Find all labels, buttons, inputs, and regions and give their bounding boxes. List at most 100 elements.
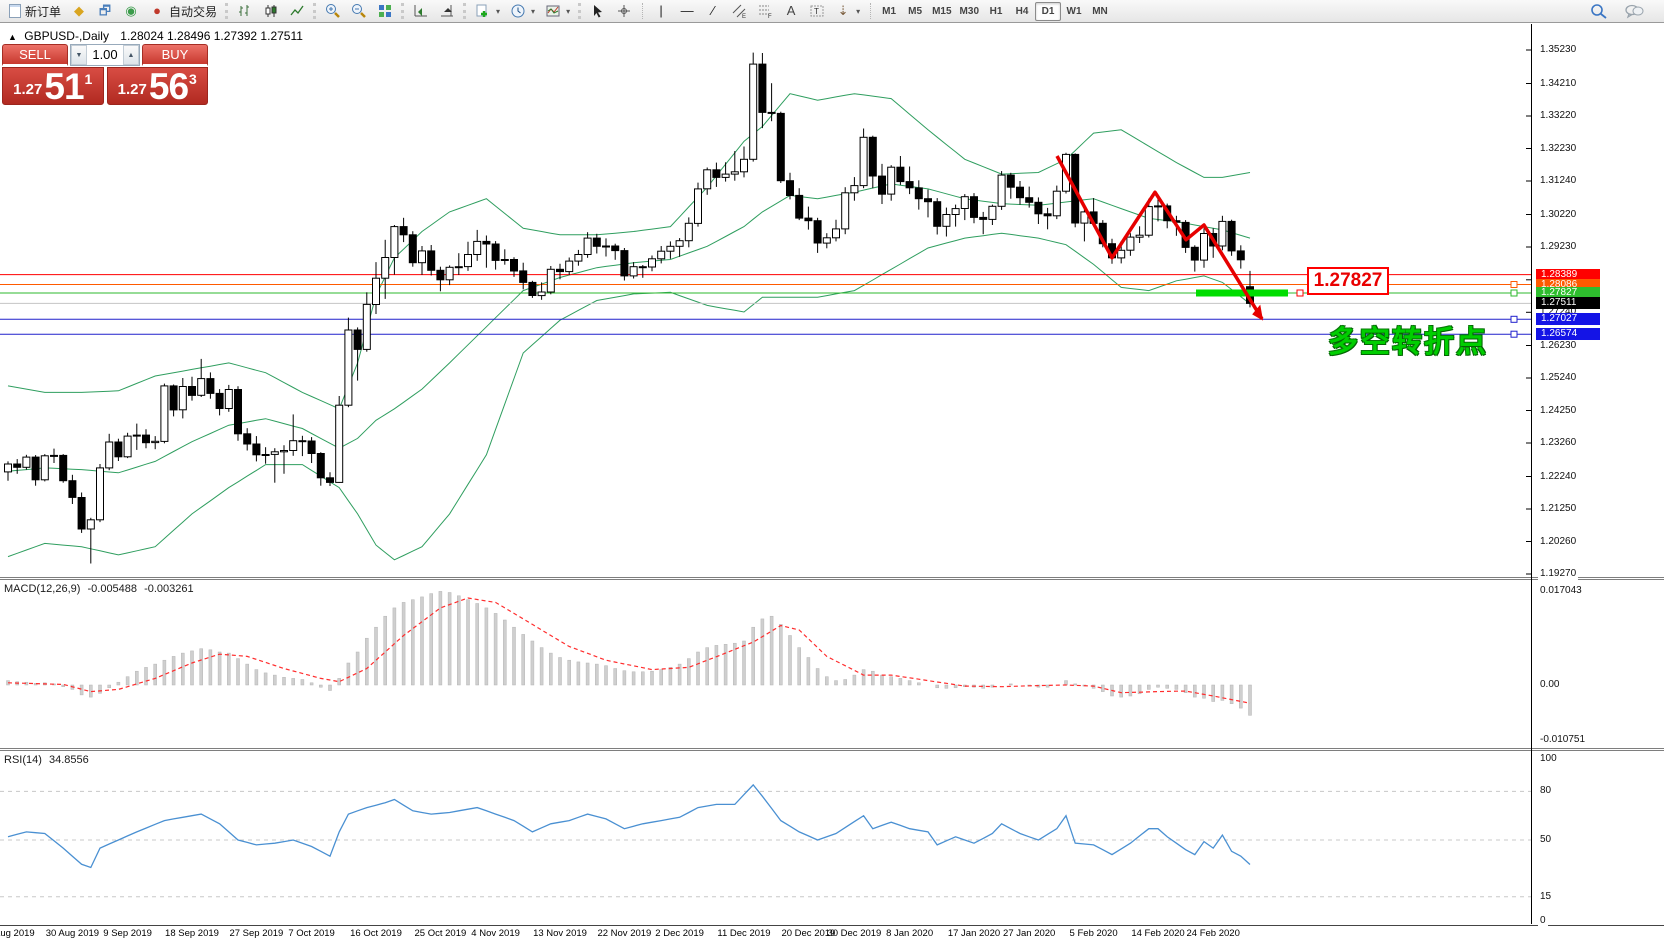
price-axis[interactable]: 1.352301.342101.332201.322301.312401.302… [1532, 24, 1664, 924]
macd-histogram-bar [881, 675, 884, 685]
chart-shift-button[interactable] [434, 2, 460, 21]
turning-point-annotation[interactable]: 多空转折点 [1328, 317, 1488, 361]
tile-windows-button[interactable] [372, 2, 398, 21]
macd-histogram-bar [301, 680, 304, 686]
volume-increase-button[interactable]: ▲ [123, 45, 139, 65]
navigator-button[interactable]: ◉ [118, 2, 144, 21]
macd-histogram-bar [457, 596, 460, 685]
templates-caret-icon: ▾ [566, 7, 570, 16]
zoom-out-button[interactable] [346, 2, 372, 21]
volume-decrease-button[interactable]: ▼ [71, 45, 87, 65]
text-label-tool-button[interactable]: T [804, 2, 830, 21]
main-toolbar: 新订单 ◆ 🗗 ◉ ● 自动交易 ▾ ▾ [0, 0, 1664, 23]
macd-histogram-bar [1193, 685, 1196, 697]
line-chart-mode-button[interactable] [284, 2, 310, 21]
macd-histogram-bar [743, 641, 746, 685]
chat-icon[interactable] [1624, 3, 1644, 19]
trend-arrowhead [1250, 305, 1268, 324]
vline-tool-button[interactable]: | [648, 2, 674, 21]
arrows-tool-button[interactable]: ⇣ ▾ [830, 2, 865, 21]
timeframe-h4-button[interactable]: H4 [1009, 2, 1035, 21]
macd-histogram-bar [890, 677, 893, 685]
crosshair-tool-button[interactable] [611, 2, 637, 21]
bar-chart-mode-button[interactable] [232, 2, 258, 21]
collapse-triangle-icon[interactable]: ▲ [8, 32, 17, 42]
timeframe-m5-button[interactable]: M5 [902, 2, 928, 21]
toolbar-grip [578, 3, 582, 19]
macd-histogram-bar [283, 677, 286, 685]
candle-chart-mode-button[interactable] [258, 2, 284, 21]
timeframe-h1-button[interactable]: H1 [983, 2, 1009, 21]
trendline-tool-button[interactable]: ∕ [700, 2, 726, 21]
price-callout-box[interactable]: 1.27827 [1307, 267, 1389, 295]
sell-button[interactable]: SELL [2, 44, 68, 66]
macd-histogram-bar [761, 619, 764, 685]
new-order-label: 新订单 [25, 3, 61, 20]
macd-histogram-bar [218, 652, 221, 685]
macd-panel-canvas[interactable] [0, 580, 1533, 748]
timeframe-m1-button[interactable]: M1 [876, 2, 902, 21]
timeframe-mn-button[interactable]: MN [1087, 2, 1113, 21]
macd-histogram-bar [807, 658, 810, 686]
bollinger-lower-band [8, 233, 1250, 560]
text-tool-button[interactable]: A [778, 2, 804, 21]
data-window-button[interactable]: 🗗 [92, 2, 118, 21]
macd-histogram-bar [623, 671, 626, 685]
macd-histogram-bar [319, 685, 322, 687]
macd-histogram-bar [421, 597, 424, 685]
toolbar-grip [463, 3, 467, 19]
macd-histogram-bar [448, 593, 451, 686]
date-label: 22 Nov 2019 [597, 928, 651, 939]
autotrading-button[interactable]: ● 自动交易 [144, 2, 222, 21]
toolbar-right-group [1590, 3, 1644, 19]
auto-scroll-button[interactable] [408, 2, 434, 21]
date-label: 2 Dec 2019 [655, 928, 704, 939]
channel-tool-button[interactable]: E [726, 2, 752, 21]
macd-histogram-bar [1074, 684, 1077, 685]
macd-histogram-bar [237, 659, 240, 685]
macd-histogram-bar [770, 616, 773, 685]
timeframe-d1-button[interactable]: D1 [1035, 2, 1061, 21]
buy-button[interactable]: BUY [142, 44, 208, 66]
macd-histogram-bar [825, 677, 828, 685]
chart-window: ▲ GBPUSD-,Daily 1.28024 1.28496 1.27392 … [0, 24, 1664, 941]
price-tick-1.33220: 1.33220 [1538, 110, 1578, 122]
macd-histogram-bar [1166, 685, 1169, 688]
macd-histogram-bar [522, 634, 525, 685]
macd-histogram-bar [724, 644, 727, 685]
macd-histogram-bar [513, 627, 516, 685]
rsi-panel-canvas[interactable] [0, 751, 1533, 923]
crosshair-icon [616, 3, 632, 19]
hline-tool-button[interactable]: — [674, 2, 700, 21]
macd-histogram-bar [936, 685, 939, 688]
sell-price-tile[interactable]: 1.27 51 1 [2, 67, 104, 105]
price-chart-canvas[interactable] [0, 24, 1533, 577]
price-tick-1.25240: 1.25240 [1538, 372, 1578, 384]
market-watch-icon: ◆ [71, 3, 87, 19]
clock-icon [510, 3, 526, 19]
macd-histogram-bar [1009, 684, 1012, 685]
macd-histogram-bar [853, 675, 856, 685]
timeframe-m30-button[interactable]: M30 [956, 2, 983, 21]
date-axis[interactable]: 21 Aug 201930 Aug 20199 Sep 201918 Sep 2… [0, 925, 1664, 941]
cursor-tool-button[interactable] [585, 2, 611, 21]
periods-button[interactable]: ▾ [505, 2, 540, 21]
zoom-in-button[interactable] [320, 2, 346, 21]
timeframe-w1-button[interactable]: W1 [1061, 2, 1087, 21]
market-watch-button[interactable]: ◆ [66, 2, 92, 21]
indicators-button[interactable]: ▾ [470, 2, 505, 21]
macd-histogram-bar [559, 658, 562, 686]
macd-histogram-bar [384, 616, 387, 685]
templates-button[interactable]: ▾ [540, 2, 575, 21]
macd-histogram-bar [908, 681, 911, 685]
timeframe-m15-button[interactable]: M15 [928, 2, 955, 21]
buy-price-tile[interactable]: 1.27 56 3 [107, 67, 209, 105]
fibonacci-tool-button[interactable]: F [752, 2, 778, 21]
macd-histogram-bar [1120, 685, 1123, 697]
toolbar-separator [642, 3, 643, 19]
new-order-button[interactable]: 新订单 [4, 2, 66, 21]
macd-histogram-bar [430, 594, 433, 685]
volume-value[interactable]: 1.00 [87, 45, 123, 65]
search-icon[interactable] [1590, 3, 1608, 19]
data-window-icon: 🗗 [97, 3, 113, 19]
